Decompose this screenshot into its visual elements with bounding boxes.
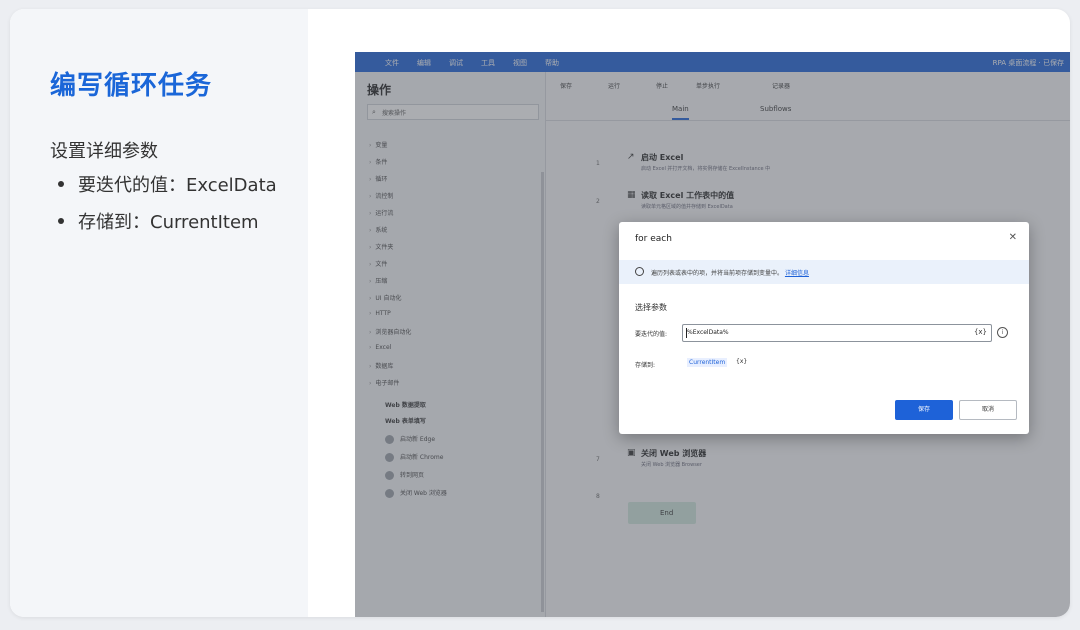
app-screenshot: 文件 编辑 调试 工具 视图 帮助 RPA 桌面流程 · 已保存 操作 ⌕ 搜索… <box>355 52 1070 617</box>
info-icon[interactable]: i <box>997 327 1008 338</box>
bullet-dot-icon <box>58 181 64 187</box>
slide: 编写循环任务 设置详细参数 要迭代的值：ExcelData 存储到：Curren… <box>10 9 1070 617</box>
close-icon[interactable]: ✕ <box>1009 232 1017 243</box>
slide-subtitle: 设置详细参数 <box>50 141 158 162</box>
slide-title: 编写循环任务 <box>50 71 213 101</box>
info-circle-icon <box>635 267 644 276</box>
for-each-dialog: for each ✕ 遍历列表或表中的项，并将当前项存储到变量中。 详细信息 选… <box>619 222 1029 434</box>
section-label: 选择参数 <box>635 303 667 312</box>
cancel-button[interactable]: 取消 <box>959 400 1017 420</box>
bullet-item: 存储到：CurrentItem <box>58 210 277 247</box>
info-bar: 遍历列表或表中的项，并将当前项存储到变量中。 详细信息 <box>619 260 1029 284</box>
iterate-label: 要迭代的值: <box>635 331 668 338</box>
dialog-title: for each <box>635 234 672 244</box>
text-panel: 编写循环任务 设置详细参数 要迭代的值：ExcelData 存储到：Curren… <box>10 9 308 617</box>
more-info-link[interactable]: 详细信息 <box>785 270 809 277</box>
bullet-list: 要迭代的值：ExcelData 存储到：CurrentItem <box>58 173 277 247</box>
variable-picker-icon[interactable]: {x} <box>736 358 747 365</box>
bullet-dot-icon <box>58 218 64 224</box>
iterate-value-input[interactable]: %ExcelData% {x} <box>682 324 992 342</box>
bullet-item: 要迭代的值：ExcelData <box>58 173 277 210</box>
store-variable-chip[interactable]: CurrentItem <box>687 358 728 367</box>
variable-picker-icon[interactable]: {x} <box>974 328 987 336</box>
store-label: 存储到: <box>635 362 656 369</box>
save-button[interactable]: 保存 <box>895 400 953 420</box>
